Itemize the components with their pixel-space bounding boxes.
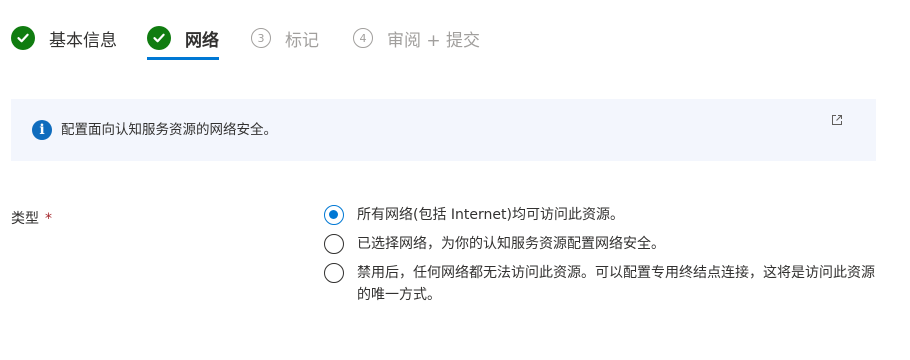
step-number: 3: [251, 28, 271, 48]
radio-option-all-networks[interactable]: 所有网络(包括 Internet)均可访问此资源。: [324, 204, 884, 226]
radio-option-label: 已选择网络，为你的认知服务资源配置网络安全。: [357, 236, 665, 252]
step-label: 基本信息: [49, 30, 117, 51]
checkmark-icon: [147, 26, 171, 50]
checkmark-icon: [11, 26, 35, 50]
radio-option-selected-networks[interactable]: 已选择网络，为你的认知服务资源配置网络安全。: [324, 233, 884, 255]
type-field-label: 类型 *: [11, 209, 52, 229]
radio-option-disabled[interactable]: 禁用后，任何网络都无法访问此资源。可以配置专用终结点连接，这将是访问此资源的唯一…: [324, 262, 884, 306]
info-banner: i 配置面向认知服务资源的网络安全。: [11, 99, 876, 161]
step-number: 4: [353, 28, 373, 48]
external-link-icon[interactable]: [831, 111, 843, 125]
step-label: 标记: [285, 30, 319, 51]
radio-option-label: 禁用后，任何网络都无法访问此资源。可以配置专用终结点连接，这将是访问此资源的唯一…: [357, 265, 875, 303]
type-label-text: 类型: [11, 211, 39, 227]
required-indicator: *: [45, 211, 52, 227]
radio-button[interactable]: [324, 205, 344, 225]
step-basics[interactable]: 基本信息: [11, 22, 117, 54]
step-review-create[interactable]: 4 审阅 + 提交: [353, 22, 480, 54]
step-label: 审阅 + 提交: [387, 30, 481, 51]
radio-option-label: 所有网络(包括 Internet)均可访问此资源。: [357, 207, 624, 223]
step-network[interactable]: 网络: [147, 22, 219, 60]
radio-button[interactable]: [324, 234, 344, 254]
info-icon: i: [32, 120, 52, 140]
network-type-radio-group: 所有网络(包括 Internet)均可访问此资源。 已选择网络，为你的认知服务资…: [324, 204, 884, 313]
step-tags[interactable]: 3 标记: [251, 22, 319, 54]
wizard-stepper: 基本信息 网络 3 标记 4 审阅 + 提交: [11, 22, 480, 62]
radio-button[interactable]: [324, 263, 344, 283]
info-text: 配置面向认知服务资源的网络安全。: [61, 122, 277, 138]
step-label: 网络: [185, 30, 219, 51]
